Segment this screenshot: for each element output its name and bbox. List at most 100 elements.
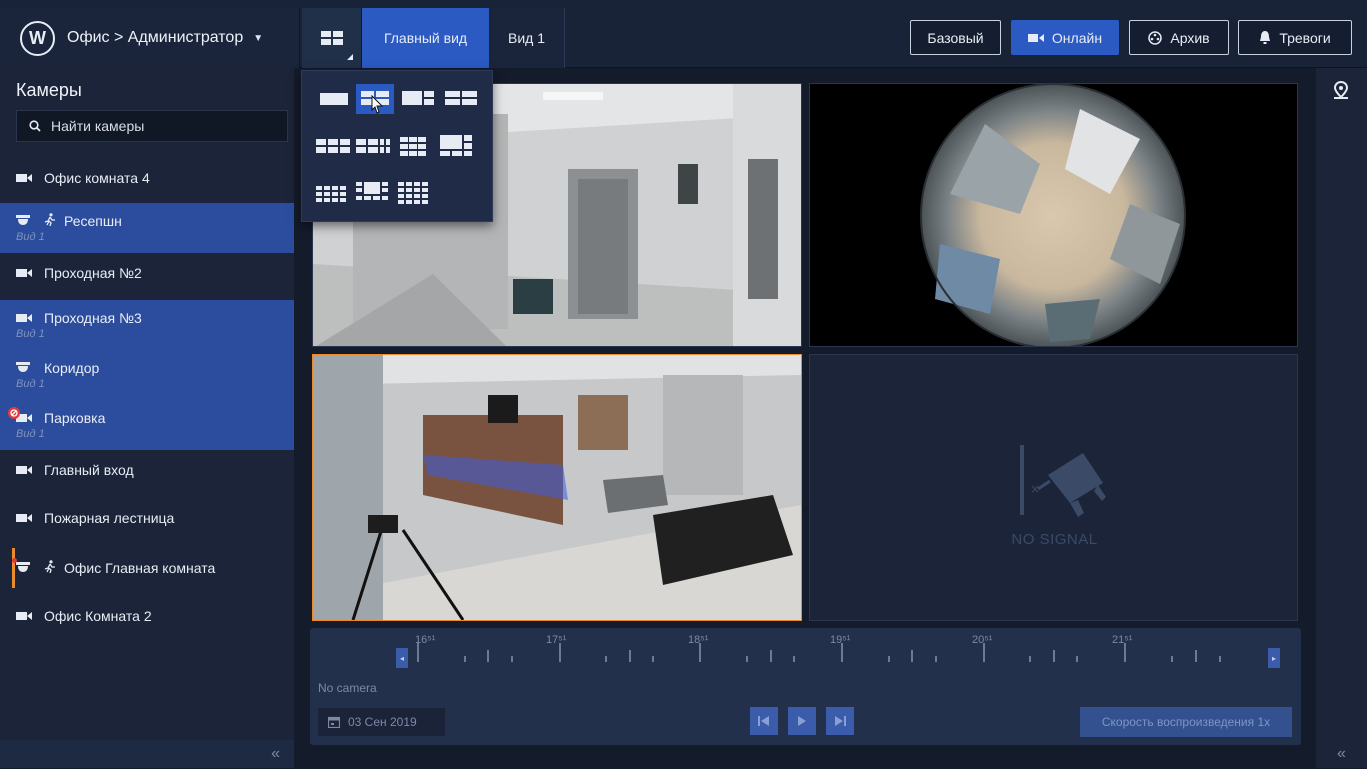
camera-row: Парковка [8, 407, 294, 426]
map-pin-icon [1333, 80, 1349, 99]
camera-name: Ресепшн [64, 213, 122, 229]
video-tile-fisheye[interactable] [809, 83, 1298, 347]
collapse-right-panel-button[interactable]: « [1316, 740, 1367, 768]
video-tile-reception[interactable] [312, 354, 802, 621]
tab-view-1[interactable]: Вид 1 [489, 8, 565, 68]
timeline-tick-label: 16⁵¹ [415, 634, 436, 646]
camera-list-item[interactable]: Парковка Вид 1 [0, 400, 294, 450]
calendar-icon [328, 716, 340, 728]
archive-mode-button[interactable]: Архив [1129, 20, 1229, 55]
camera-icon [8, 407, 36, 423]
layout-popup [301, 70, 493, 222]
step-back-icon [758, 716, 769, 726]
video-tile-no-signal[interactable]: × NO SIGNAL [809, 354, 1298, 621]
step-forward-button[interactable] [826, 707, 854, 735]
map-pin-button[interactable] [1331, 80, 1353, 102]
camera-list-item[interactable]: Проходная №3 Вид 1 [0, 300, 294, 350]
layout-4x4[interactable] [398, 182, 428, 204]
layout-3x3[interactable] [400, 137, 426, 157]
alarms-label: Тревоги [1279, 29, 1331, 46]
layout-1x1[interactable] [320, 91, 348, 107]
camera-row: Пожарная лестница [16, 510, 294, 526]
camera-name: Офис комната 4 [44, 170, 150, 186]
camera-icon [16, 513, 36, 523]
base-mode-button[interactable]: Базовый [910, 20, 1001, 55]
play-button[interactable] [788, 707, 816, 735]
site-title: Офис > Администратор [67, 29, 244, 46]
camera-list-item[interactable]: Офис Комната 2 [0, 596, 294, 636]
step-back-button[interactable] [750, 707, 778, 735]
step-forward-icon [835, 716, 846, 726]
layout-2plus4[interactable] [356, 139, 390, 155]
double-chevron-left-icon: « [271, 745, 280, 762]
archive-reel-icon [1148, 30, 1163, 45]
camera-name: Офис Главная комната [64, 560, 216, 576]
camera-row: Главный вход [16, 462, 294, 478]
camera-list-item[interactable]: Пожарная лестница [0, 498, 294, 538]
archive-mode-label: Архив [1170, 29, 1210, 46]
tab-main-view[interactable]: Главный вид [362, 8, 489, 68]
camera-feed-fisheye [810, 84, 1297, 346]
recording-dot-icon [12, 558, 17, 563]
cameras-sidebar: Камеры Офис комната 4РесепшнВид 1Проходн… [0, 68, 294, 768]
timeline-tick-label: 18⁵¹ [688, 634, 709, 646]
alarms-button[interactable]: Тревоги [1238, 20, 1352, 55]
collapse-sidebar-button[interactable]: « [0, 740, 294, 768]
layout-1plus5[interactable] [440, 135, 472, 157]
base-mode-label: Базовый [927, 29, 984, 46]
top-bar: W Офис > Администратор ▼ Главный вид Вид… [0, 0, 1367, 68]
camera-name: Проходная №2 [44, 265, 142, 281]
grid-layout-icon [320, 31, 343, 45]
camera-name: Главный вход [44, 462, 134, 478]
search-box[interactable] [16, 110, 288, 142]
camera-name: Коридор [44, 360, 100, 376]
camera-name: Офис Комната 2 [44, 608, 152, 624]
chevron-down-icon: ▼ [253, 32, 264, 44]
camera-list-item[interactable]: Офис комната 4 [0, 158, 294, 198]
date-picker-button[interactable]: 03 Сен 2019 [318, 708, 445, 736]
camera-row: Ресепшн [16, 213, 294, 229]
double-chevron-left-icon: « [1337, 745, 1346, 762]
camera-list-item[interactable]: Офис Главная комната [0, 548, 294, 588]
site-selector[interactable]: W Офис > Администратор ▼ [0, 8, 300, 68]
camera-view-label: Вид 1 [16, 231, 45, 243]
error-badge-icon [8, 407, 20, 419]
layout-4x3[interactable] [316, 186, 346, 202]
camera-row: Коридор [16, 360, 294, 376]
camera-view-label: Вид 1 [16, 428, 45, 440]
camera-list-item[interactable]: Коридор Вид 1 [0, 350, 294, 400]
date-label: 03 Сен 2019 [348, 715, 417, 729]
timeline-tick-label: 17⁵¹ [546, 634, 567, 646]
layout-selector-button[interactable] [302, 8, 362, 68]
camera-icon [16, 465, 36, 475]
camera-row: Офис Главная комната [12, 558, 294, 576]
no-signal-camera-icon: × [1020, 445, 1106, 517]
right-rail: « [1316, 68, 1367, 768]
camera-icon [16, 611, 36, 621]
timeline-scale[interactable] [310, 628, 1301, 678]
online-mode-button[interactable]: Онлайн [1011, 20, 1119, 55]
layout-1plus2[interactable] [402, 91, 434, 107]
search-input[interactable] [51, 118, 271, 134]
layout-2x3[interactable] [445, 91, 477, 107]
logo-icon: W [20, 20, 55, 56]
layout-2plus8[interactable] [356, 182, 388, 204]
timeline-tick-label: 20⁵¹ [972, 634, 993, 646]
camera-icon [16, 173, 36, 183]
layout-3x2[interactable] [316, 139, 350, 155]
layout-2x2[interactable] [356, 84, 394, 114]
camera-icon [16, 268, 36, 278]
timeline-tick-label: 19⁵¹ [830, 634, 851, 646]
online-mode-label: Онлайн [1051, 29, 1103, 46]
no-camera-label: No camera [318, 681, 377, 695]
camera-list-item[interactable]: Главный вход [0, 450, 294, 490]
camera-view-label: Вид 1 [16, 378, 45, 390]
camera-list-item[interactable]: Ресепшн Вид 1 [0, 203, 294, 253]
playback-speed-button[interactable]: Скорость воспроизведения 1x [1080, 707, 1292, 737]
dome-camera-icon [16, 215, 36, 227]
camera-name: Проходная №3 [44, 310, 142, 326]
camera-list-item[interactable]: Проходная №2 [0, 253, 294, 293]
motion-icon [44, 213, 56, 229]
timeline-panel: ◂ ▸ 16⁵¹ 17⁵¹ 18⁵¹ 19⁵¹ 20⁵¹ 21⁵¹ No cam… [310, 628, 1301, 745]
play-icon [798, 716, 806, 726]
